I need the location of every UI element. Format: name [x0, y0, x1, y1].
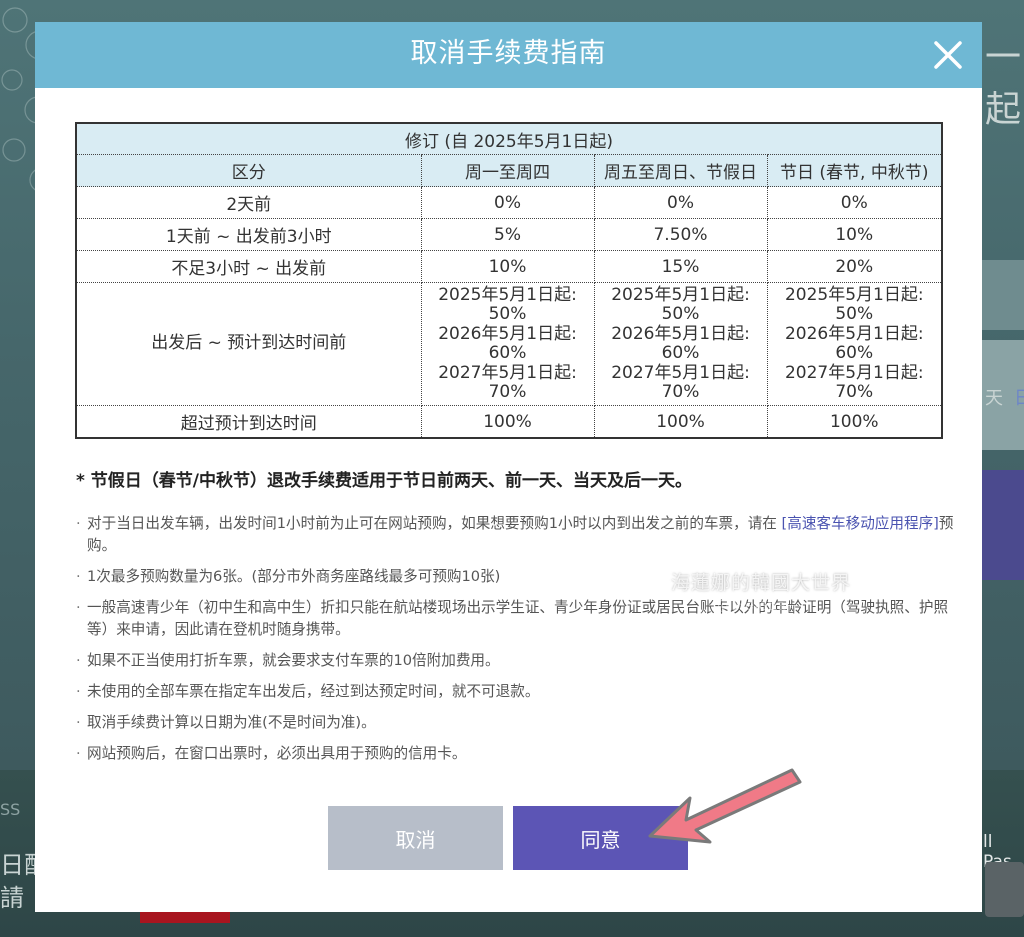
cell-line: 2025年5月1日起:: [611, 284, 750, 305]
table-cell: 20%: [766, 250, 943, 283]
cancellation-fee-table: 修订 (自 2025年5月1日起) 区分 周一至周四 周五至周日、节假日 节日 …: [75, 122, 944, 439]
modal-header: 取消手续费指南: [35, 22, 982, 88]
cell-line: 2025年5月1日起:: [438, 284, 577, 305]
table-row: 不足3小时 ~ 出发前 10% 15% 20%: [75, 250, 943, 283]
note-item: 如果不正当使用打折车票，就会要求支付车票的10倍附加费用。: [76, 650, 956, 672]
modal-title: 取消手续费指南: [410, 38, 607, 69]
table-cell: 100%: [420, 405, 595, 439]
table-cell: 2025年5月1日起: 50% 2026年5月1日起: 60% 2027年5月1…: [420, 282, 595, 406]
background-card-image: [985, 862, 1024, 917]
row-label: 超过预计到达时间: [75, 405, 422, 439]
cell-line: 2026年5月1日起:: [438, 323, 577, 344]
note-item: 一般高速青少年（初中生和高中生）折扣只能在航站楼现场出示学生证、青少年身份证或居…: [76, 597, 956, 641]
column-header: 周一至周四: [420, 154, 595, 187]
notes-list: 对于当日出发车辆，出发时间1小时前为止可在网站预购，如果想要预购1小时以内到出发…: [76, 513, 956, 774]
background-banner: [982, 470, 1024, 580]
watermark-text: 海蓮娜的韓國大世界: [671, 572, 852, 594]
cell-line: 2027年5月1日起:: [438, 362, 577, 383]
table-cell: 2025年5月1日起: 50% 2026年5月1日起: 60% 2027年5月1…: [766, 282, 943, 406]
column-header: 节日 (春节, 中秋节): [766, 154, 943, 187]
cell-line: 60%: [488, 343, 527, 363]
table-row: 2天前 0% 0% 0%: [75, 186, 943, 219]
watermark-sub-text: @Helena: [717, 596, 787, 614]
cell-line: 50%: [835, 304, 874, 324]
background-text: 請: [0, 884, 24, 912]
note-item: 网站预购后，在窗口出票时，必须出具用于预购的信用卡。: [76, 743, 956, 765]
table-cell: 0%: [593, 186, 768, 219]
holiday-note: * 节假日（春节/中秋节）退改手续费适用于节日前两天、前一天、当天及后一天。: [76, 471, 693, 491]
note-item: 取消手续费计算以日期为准(不是时间为准)。: [76, 712, 956, 734]
cancel-button[interactable]: 取消: [328, 806, 503, 870]
background-text: SS: [0, 800, 21, 819]
background-text: 日: [1014, 388, 1024, 409]
cell-line: 2025年5月1日起:: [784, 284, 924, 305]
background-text: 一起: [985, 37, 1022, 130]
revision-title: 修订 (自 2025年5月1日起): [75, 122, 943, 155]
cell-line: 60%: [661, 343, 700, 363]
background-text: 天: [985, 388, 1003, 409]
table-cell: 100%: [766, 405, 943, 439]
cell-line: 50%: [661, 304, 700, 324]
cell-line: 70%: [488, 382, 527, 402]
row-label: 出发后 ~ 预计到达时间前: [75, 282, 422, 406]
table-title-row: 修订 (自 2025年5月1日起): [75, 122, 943, 155]
table-cell: 2025年5月1日起: 50% 2026年5月1日起: 60% 2027年5月1…: [593, 282, 768, 406]
cell-line: 60%: [835, 343, 874, 363]
table-cell: 15%: [593, 250, 768, 283]
table-cell: 10%: [420, 250, 595, 283]
cell-line: 2027年5月1日起:: [784, 362, 924, 383]
table-cell: 0%: [420, 186, 595, 219]
table-header-row: 区分 周一至周四 周五至周日、节假日 节日 (春节, 中秋节): [75, 154, 943, 187]
close-button[interactable]: [928, 35, 968, 75]
column-header: 区分: [75, 154, 422, 187]
table-row: 出发后 ~ 预计到达时间前 2025年5月1日起: 50% 2026年5月1日起…: [75, 282, 943, 406]
background-panel: [982, 260, 1024, 330]
mobile-app-link[interactable]: [高速客车移动应用程序]: [782, 515, 939, 532]
table-cell: 5%: [420, 218, 595, 251]
cell-line: 2026年5月1日起:: [784, 323, 924, 344]
table-cell: 7.50%: [593, 218, 768, 251]
row-label: 不足3小时 ~ 出发前: [75, 250, 422, 283]
note-item: 对于当日出发车辆，出发时间1小时前为止可在网站预购，如果想要预购1小时以内到出发…: [76, 513, 956, 557]
note-item: 未使用的全部车票在指定车出发后，经过到达预定时间，就不可退款。: [76, 681, 956, 703]
table-cell: 100%: [593, 405, 768, 439]
cell-line: 50%: [488, 304, 527, 324]
table-cell: 0%: [766, 186, 943, 219]
cell-line: 2026年5月1日起:: [611, 323, 750, 344]
cancellation-fee-modal: 取消手续费指南 修订 (自 2025年5月1日起) 区分 周一至周四 周五至周日…: [35, 22, 982, 912]
close-icon: [934, 41, 962, 69]
table-cell: 10%: [766, 218, 943, 251]
column-header: 周五至周日、节假日: [593, 154, 768, 187]
cell-line: 70%: [661, 382, 700, 402]
row-label: 2天前: [75, 186, 422, 219]
row-label: 1天前 ~ 出发前3小时: [75, 218, 422, 251]
table-row: 超过预计到达时间 100% 100% 100%: [75, 405, 943, 439]
cell-line: 2027年5月1日起:: [611, 362, 750, 383]
table-row: 1天前 ~ 出发前3小时 5% 7.50% 10%: [75, 218, 943, 251]
cell-line: 70%: [835, 382, 874, 402]
agree-button[interactable]: 同意: [513, 806, 688, 870]
note-text: 对于当日出发车辆，出发时间1小时前为止可在网站预购，如果想要预购1小时以内到出发…: [87, 515, 782, 532]
